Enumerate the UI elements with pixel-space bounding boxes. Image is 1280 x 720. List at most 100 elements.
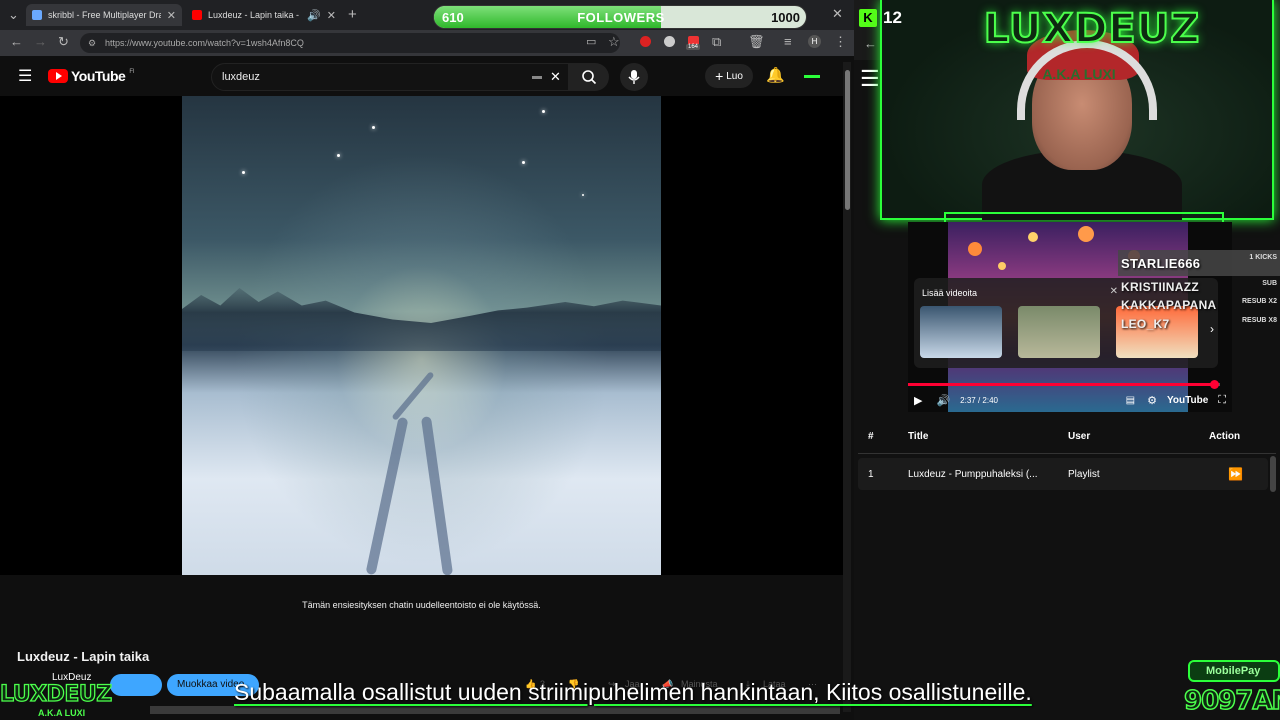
browser-window: ⌄ skribbl - Free Multiplayer Drawin ✕ Lu… — [0, 0, 854, 720]
ski-trail — [391, 371, 435, 421]
star-decoration — [242, 171, 245, 174]
settings-gear-icon[interactable]: ⚙ — [1147, 394, 1157, 407]
search-icon — [582, 70, 597, 85]
play-icon[interactable]: ▶ — [914, 394, 922, 407]
embed-time: 2:37 / 2:40 — [960, 395, 998, 405]
embed-progress-bar[interactable] — [908, 380, 1220, 389]
youtube-logo[interactable]: YouTube FI — [48, 68, 134, 84]
cast-icon[interactable]: ▭ — [586, 35, 596, 48]
reload-icon[interactable]: ↻ — [58, 34, 69, 50]
kick-viewer-count: K 12 — [859, 8, 902, 28]
star-decoration — [337, 154, 340, 157]
clear-search-icon[interactable]: ✕ — [550, 64, 561, 90]
followers-label: FOLLOWERS — [577, 10, 665, 25]
tab-search-icon[interactable]: ⌄ — [8, 7, 19, 23]
queue-scrollbar[interactable] — [1270, 456, 1276, 492]
col-number: # — [868, 431, 874, 442]
notifications-bell-icon[interactable]: 🔔 — [766, 66, 785, 84]
youtube-play-icon — [48, 69, 68, 83]
search-input[interactable]: luxdeuz ▬ ✕ — [211, 63, 569, 91]
volume-icon[interactable]: 🔊 — [936, 394, 950, 407]
ski-trail — [365, 416, 409, 575]
col-user: User — [1068, 431, 1091, 442]
tab-youtube[interactable]: Luxdeuz - Lapin taika - YouTube 🔊 ✕ — [186, 4, 342, 26]
mobilepay-label: MobilePay — [1206, 665, 1261, 677]
url-field[interactable]: ⚙ https://www.youtube.com/watch?v=1wsh4A… — [80, 33, 620, 53]
youtube-brand[interactable]: YouTube — [1167, 395, 1208, 406]
viewer-count: 12 — [883, 8, 902, 27]
ticker-background — [150, 706, 840, 714]
star-decoration — [582, 194, 584, 196]
tab-skribbl[interactable]: skribbl - Free Multiplayer Drawin ✕ — [26, 4, 182, 26]
event-user: KAKKAPAPANA — [1121, 298, 1217, 312]
row-number: 1 — [868, 469, 874, 480]
microphone-icon — [628, 70, 640, 84]
col-title: Title — [908, 431, 929, 442]
fullscreen-icon[interactable]: ⛶ — [1218, 394, 1226, 407]
close-more-videos-icon[interactable]: ✕ — [1110, 286, 1118, 297]
video-title: Luxdeuz - Lapin taika — [17, 649, 150, 664]
extensions-puzzle-icon[interactable]: ⧉ — [712, 34, 721, 50]
youtube-favicon-icon — [192, 10, 202, 20]
event-item: KAKKAPAPANA RESUB X2 — [1118, 296, 1280, 316]
skribbl-favicon-icon — [32, 10, 42, 20]
scrollbar-thumb[interactable] — [845, 70, 850, 210]
event-type: RESUB X2 — [1241, 298, 1277, 305]
stream-panel: ⌄ ← ☰ LUXDEUZ A.K.A LUXI K 12 — [854, 0, 1280, 720]
skip-forward-icon[interactable]: ⏩ — [1228, 467, 1243, 481]
address-bar-row: ← → ↻ ⚙ https://www.youtube.com/watch?v=… — [0, 30, 854, 56]
suggested-video-thumb[interactable] — [1018, 306, 1100, 358]
event-type: SUB — [1262, 280, 1277, 287]
event-item: LEO_K7 RESUB X8 — [1118, 315, 1280, 335]
site-info-icon[interactable]: ⚙ — [88, 33, 96, 53]
ski-trail — [420, 416, 454, 575]
light-decoration — [968, 242, 982, 256]
screen: ⌄ skribbl - Free Multiplayer Drawin ✕ Lu… — [0, 0, 1280, 720]
search-button[interactable] — [569, 63, 609, 91]
corner-logo-text: LUXDEUZ — [0, 681, 113, 707]
followers-goal: 1000 — [771, 10, 800, 25]
video-thumbnail — [182, 96, 661, 575]
ticker-text: Subaamalla osallistut uuden striimipuhel… — [234, 679, 1032, 705]
hamburger-menu-icon[interactable]: ☰ — [860, 66, 880, 92]
media-control-icon[interactable]: ≡ — [784, 34, 792, 49]
extension-red-icon[interactable] — [640, 36, 651, 47]
event-item: KRISTIINAZZ SUB — [1118, 278, 1280, 298]
create-button[interactable]: + Luo — [705, 64, 753, 88]
extension-badge: 164 — [686, 44, 701, 50]
speaker-icon[interactable]: 🔊 — [307, 9, 321, 22]
table-row[interactable]: 1 Luxdeuz - Pumppuhaleksi (... Playlist … — [858, 458, 1268, 490]
tab-title: Luxdeuz - Lapin taika - YouTube — [208, 10, 301, 20]
video-player[interactable] — [0, 96, 843, 575]
url-text: https://www.youtube.com/watch?v=1wsh4Afn… — [105, 38, 304, 48]
followers-goal-bar: 610 FOLLOWERS 1000 — [433, 5, 807, 29]
menu-kebab-icon[interactable]: ⋮ — [834, 34, 847, 50]
embed-controls: ▶ 🔊 2:37 / 2:40 ▤ ⚙ YouTube ⛶ — [914, 392, 1226, 408]
bookmark-star-icon[interactable]: ☆ — [608, 34, 620, 50]
account-avatar[interactable] — [804, 75, 820, 78]
close-tab-icon[interactable]: ✕ — [327, 9, 336, 22]
embed-scrubber[interactable] — [1210, 380, 1220, 389]
back-arrow-icon[interactable]: ← — [864, 36, 877, 51]
profile-avatar[interactable]: H — [808, 35, 821, 48]
light-decoration — [1028, 232, 1038, 242]
webcam-frame: LUXDEUZ A.K.A LUXI — [880, 0, 1274, 220]
event-user: KRISTIINAZZ — [1121, 280, 1199, 294]
trash-icon[interactable]: 🗑 — [748, 34, 765, 50]
close-tab-icon[interactable]: ✕ — [167, 9, 176, 22]
close-window-icon[interactable]: ✕ — [832, 6, 843, 22]
extension-gray-icon[interactable] — [664, 36, 675, 47]
light-decoration — [1078, 226, 1094, 242]
event-type: RESUB X8 — [1241, 317, 1277, 324]
keyboard-icon[interactable]: ▬ — [532, 64, 542, 90]
suggested-video-thumb[interactable] — [920, 306, 1002, 358]
tab-title: skribbl - Free Multiplayer Drawin — [48, 10, 161, 20]
star-decoration — [522, 161, 525, 164]
new-tab-icon[interactable]: + — [348, 6, 357, 23]
voice-search-button[interactable] — [620, 63, 648, 91]
back-arrow-icon[interactable]: ← — [10, 34, 23, 49]
youtube-header: ☰ YouTube FI luxdeuz ▬ ✕ + Luo 🔔 — [0, 56, 850, 96]
captions-icon[interactable]: ▤ — [1126, 395, 1135, 406]
forward-arrow-icon[interactable]: → — [34, 34, 47, 49]
hamburger-menu-icon[interactable]: ☰ — [18, 66, 32, 86]
